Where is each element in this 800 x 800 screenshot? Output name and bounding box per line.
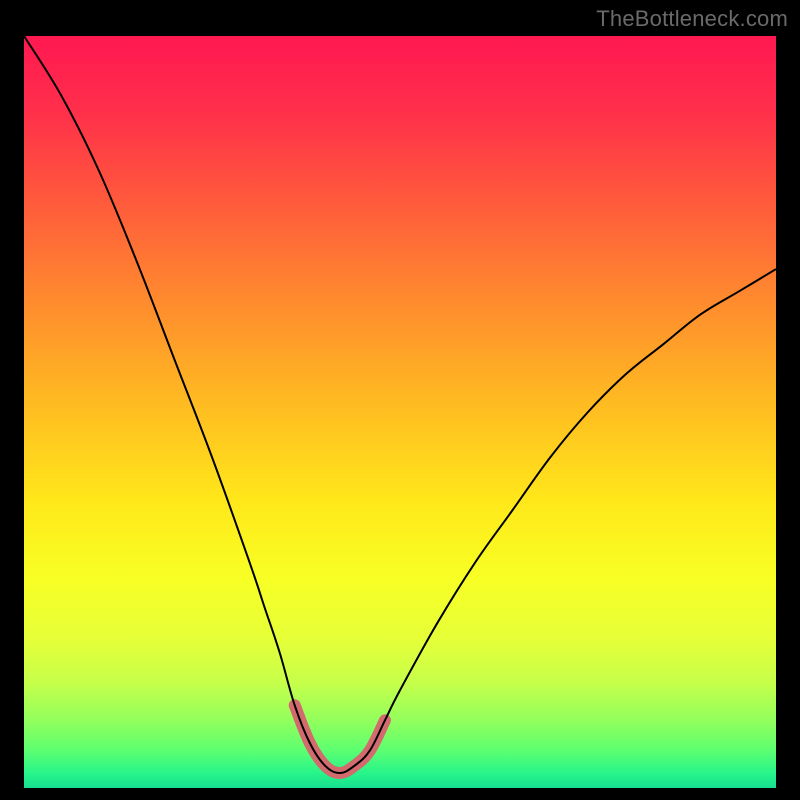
attribution-text: TheBottleneck.com: [596, 6, 788, 32]
bottleneck-curve-path: [24, 36, 776, 773]
curve-layer: [24, 36, 776, 788]
plot-area: [24, 36, 776, 788]
chart-frame: TheBottleneck.com: [0, 0, 800, 800]
